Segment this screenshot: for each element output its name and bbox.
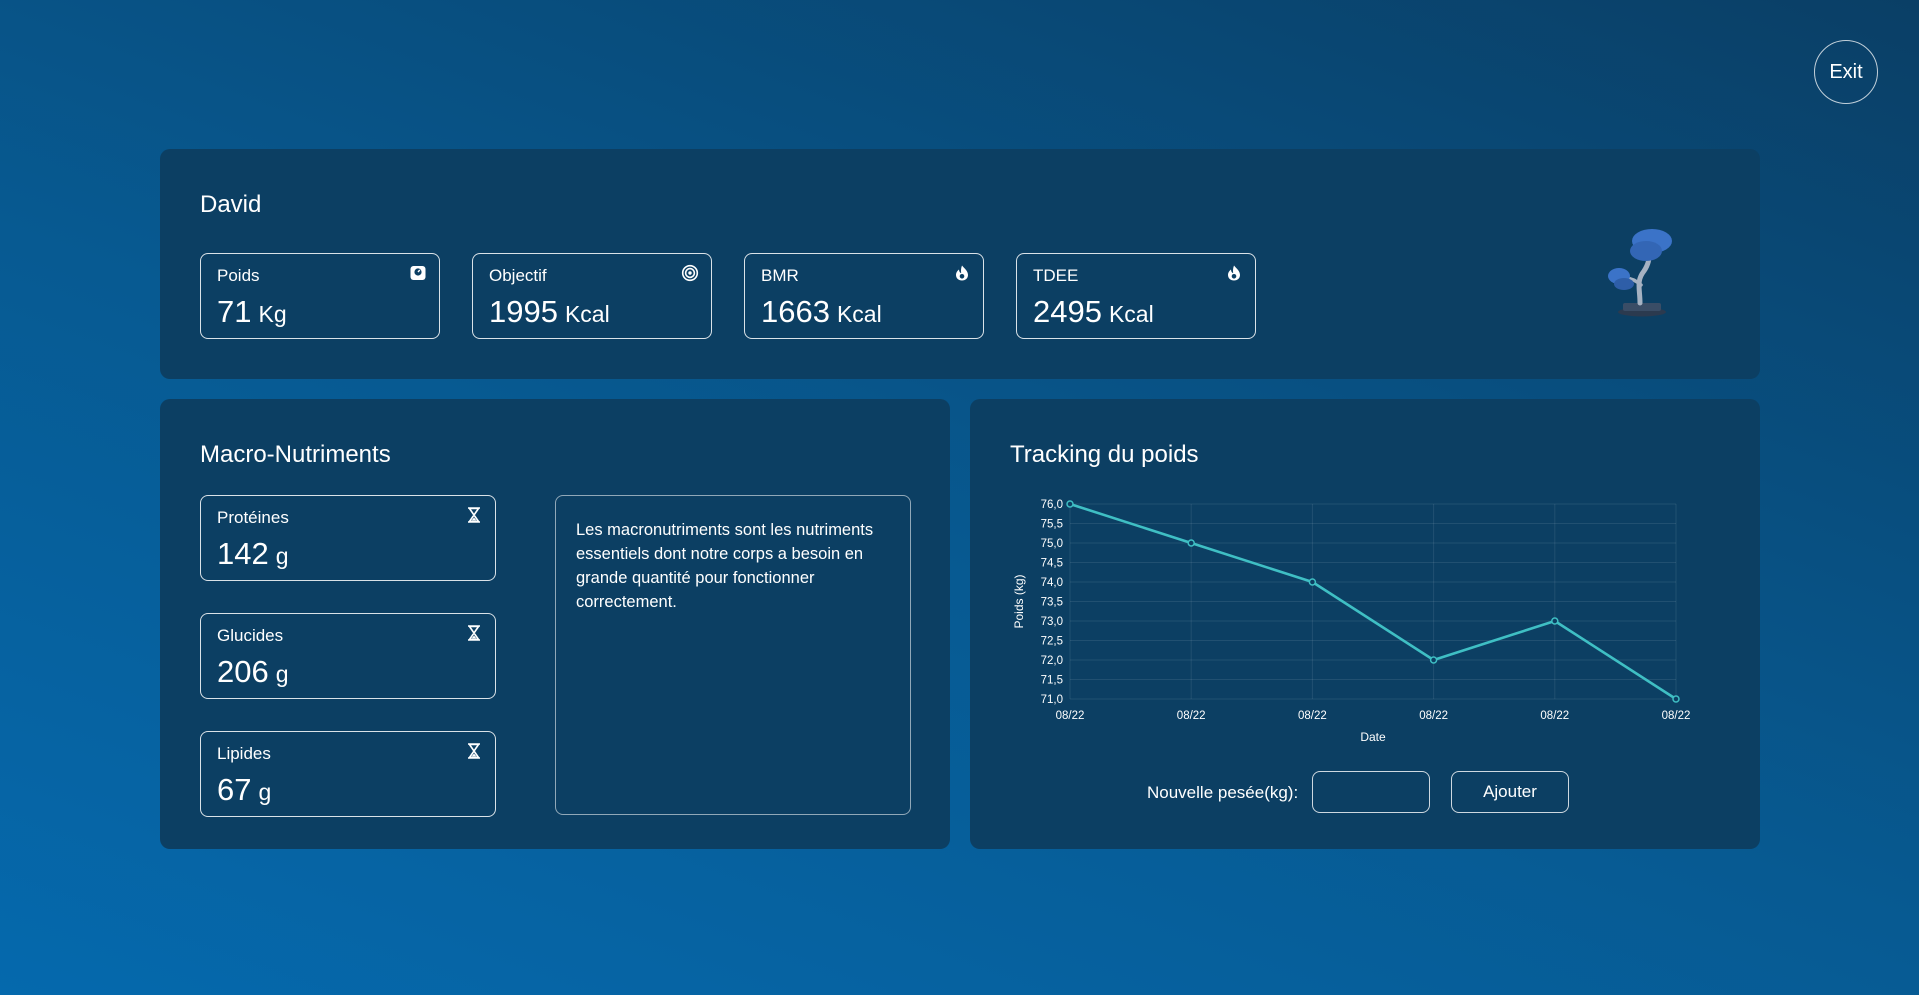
stat-label: TDEE (1033, 266, 1079, 285)
data-point (1308, 578, 1317, 586)
macro-label: Protéines (217, 508, 289, 527)
y-tick-label: 76,0 (1041, 499, 1063, 511)
hourglass-icon (468, 743, 480, 759)
y-tick-label: 72,0 (1041, 655, 1063, 667)
user-name: David (200, 191, 262, 218)
macro-label: Glucides (217, 626, 284, 645)
stat-value: 2495 Kcal (1033, 294, 1154, 329)
y-tick-label: 74,5 (1041, 558, 1063, 570)
macronutrients-panel: Macro-Nutriments Protéines 142 g Glucides… (160, 399, 950, 849)
data-point (1672, 695, 1680, 703)
y-tick-label: 73,5 (1041, 597, 1063, 609)
data-point (1429, 656, 1438, 664)
stat-card-goal: Objectif 1995 Kcal (472, 253, 712, 339)
stat-card-bmr: BMR 1663 Kcal (744, 253, 984, 339)
stat-card-tdee: TDEE 2495 Kcal (1016, 253, 1256, 339)
y-axis-label: Poids (kg) (1012, 574, 1026, 628)
hourglass-icon (468, 625, 480, 641)
flame-icon (956, 265, 968, 281)
macro-card-protein: Protéines 142 g (200, 495, 496, 581)
x-tick-label: 08/22 (1177, 710, 1206, 722)
hourglass-icon (468, 507, 480, 523)
x-tick-label: 08/22 (1056, 710, 1085, 722)
flame-icon (1228, 265, 1240, 281)
new-weight-input[interactable] (1312, 771, 1430, 813)
target-icon (681, 264, 699, 282)
scale-icon (410, 266, 426, 280)
macro-card-fat: Lipides 67 g (200, 731, 496, 817)
x-tick-label: 08/22 (1419, 710, 1448, 722)
weight-line-chart: 71,0 71,5 72,0 72,5 73,0 73,5 74,0 74,5 75,0 75,5… (1012, 499, 1691, 744)
x-axis-label: Date (1360, 730, 1386, 744)
stat-label: Objectif (489, 266, 547, 285)
stat-card-weight: Poids 71 Kg (200, 253, 440, 339)
stat-label: Poids (217, 266, 260, 285)
macro-value: 206 g (217, 654, 289, 689)
stat-value: 1995 Kcal (489, 294, 610, 329)
exit-button[interactable]: Exit (1814, 40, 1878, 104)
stat-value: 1663 Kcal (761, 294, 882, 329)
macro-card-carbs: Glucides 206 g (200, 613, 496, 699)
user-summary-panel: David Poids 71 Kg Objectif 1995 Kcal BMR 1… (160, 149, 1760, 379)
data-point (1066, 500, 1074, 508)
y-tick-label: 75,5 (1041, 519, 1063, 531)
y-tick-label: 71,5 (1041, 675, 1063, 687)
new-weight-label: Nouvelle pesée(kg): (1147, 783, 1299, 802)
data-point (1551, 617, 1559, 625)
y-tick-label: 74,0 (1041, 577, 1063, 589)
y-tick-label: 72,5 (1041, 636, 1063, 648)
stat-label: BMR (761, 266, 799, 285)
data-point (1187, 539, 1195, 547)
x-tick-label: 08/22 (1662, 710, 1691, 722)
y-tick-label: 75,0 (1041, 538, 1063, 550)
macro-value: 142 g (217, 536, 289, 571)
add-weight-button[interactable]: Ajouter (1451, 771, 1569, 813)
x-tick-label: 08/22 (1298, 710, 1327, 722)
macro-label: Lipides (217, 744, 271, 763)
y-tick-label: 71,0 (1041, 694, 1063, 706)
macro-value: 67 g (217, 772, 272, 807)
y-tick-label: 73,0 (1041, 616, 1063, 628)
panel-title: Macro-Nutriments (200, 441, 391, 468)
bonsai-tree-icon (1608, 229, 1672, 317)
macro-description: Les macronutriments sont les nutriments … (555, 495, 911, 815)
stat-value: 71 Kg (217, 294, 287, 329)
weight-tracking-panel: Tracking du poids 71,0 71,5 72,0 72,5 73,0 73… (970, 399, 1760, 849)
x-tick-label: 08/22 (1540, 710, 1569, 722)
